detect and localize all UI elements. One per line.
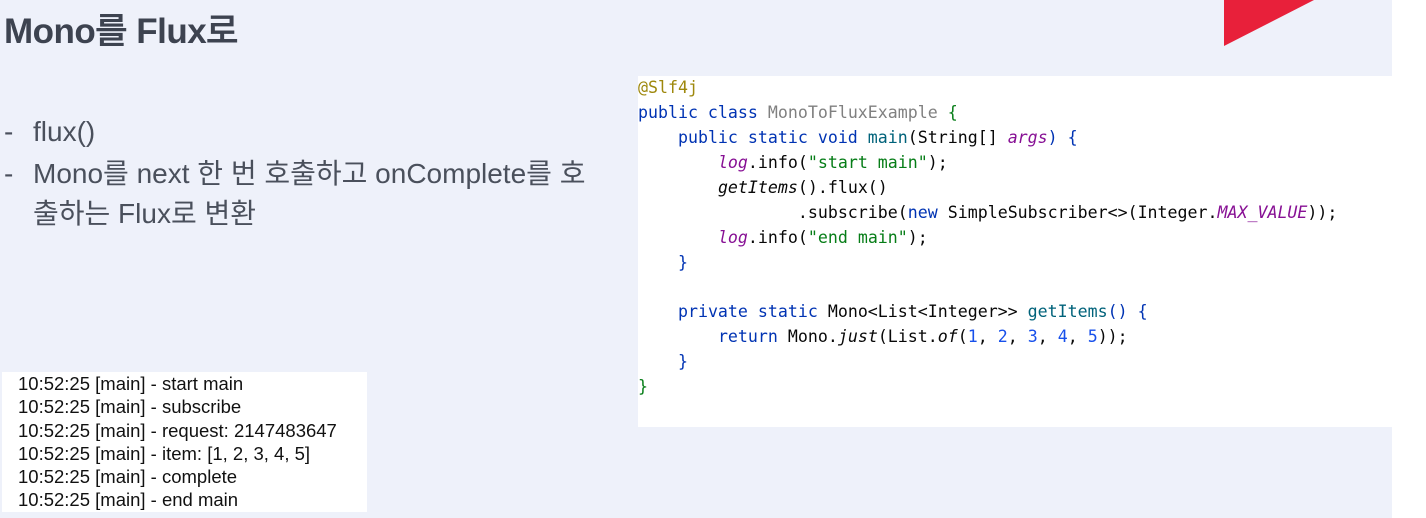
code-line: .subscribe(new SimpleSubscriber<>(Intege…: [797, 202, 1338, 222]
code-line: }: [677, 252, 688, 272]
console-line: 10:52:25 [main] - end main: [18, 489, 239, 511]
code-line: log.info("start main");: [717, 152, 948, 172]
code-line: }: [677, 352, 688, 372]
console-line: 10:52:25 [main] - item: [1, 2, 3, 4, 5]: [18, 442, 311, 464]
code-annotation: @Slf4j: [638, 78, 698, 97]
code-line: return Mono.just(List.of(1, 2, 3, 4, 5))…: [717, 327, 1128, 347]
code-line: getItems().flux(): [717, 177, 888, 197]
code-line: @Slf4j: [638, 76, 1392, 101]
code-line: }: [638, 377, 648, 397]
code-line: log.info("end main");: [717, 227, 928, 247]
slide-title: Mono를 Flux로: [4, 12, 238, 51]
bullet-dash: -: [4, 116, 14, 147]
bullet-dash: -: [4, 158, 14, 189]
code-line: private static Mono<List<Integer>> getIt…: [677, 302, 1148, 322]
console-output: 10:52:25 [main] - start main 10:52:25 [ma…: [2, 372, 367, 512]
console-line: 10:52:25 [main] - start main: [18, 373, 244, 394]
console-line: 10:52:25 [main] - complete: [18, 466, 238, 488]
bullet-item: - flux(): [4, 112, 604, 152]
code-line: public static void main(String[] args) {: [677, 127, 1078, 147]
bullet-list: - flux() - Mono를 next 한 번 호출하고 onComplet…: [4, 112, 604, 236]
code-block: @Slf4j public class MonoToFluxExample { p…: [638, 76, 1392, 427]
bullet-text: flux(): [33, 116, 96, 147]
bullet-text: Mono를 next 한 번 호출하고 onComplete를 호출하는 Flu…: [33, 158, 586, 229]
code-line: public class MonoToFluxExample {: [638, 102, 958, 122]
bullet-item: - Mono를 next 한 번 호출하고 onComplete를 호출하는 F…: [4, 154, 604, 234]
console-line: 10:52:25 [main] - request: 2147483647: [18, 419, 337, 441]
console-line: 10:52:25 [main] - subscribe: [18, 396, 242, 418]
